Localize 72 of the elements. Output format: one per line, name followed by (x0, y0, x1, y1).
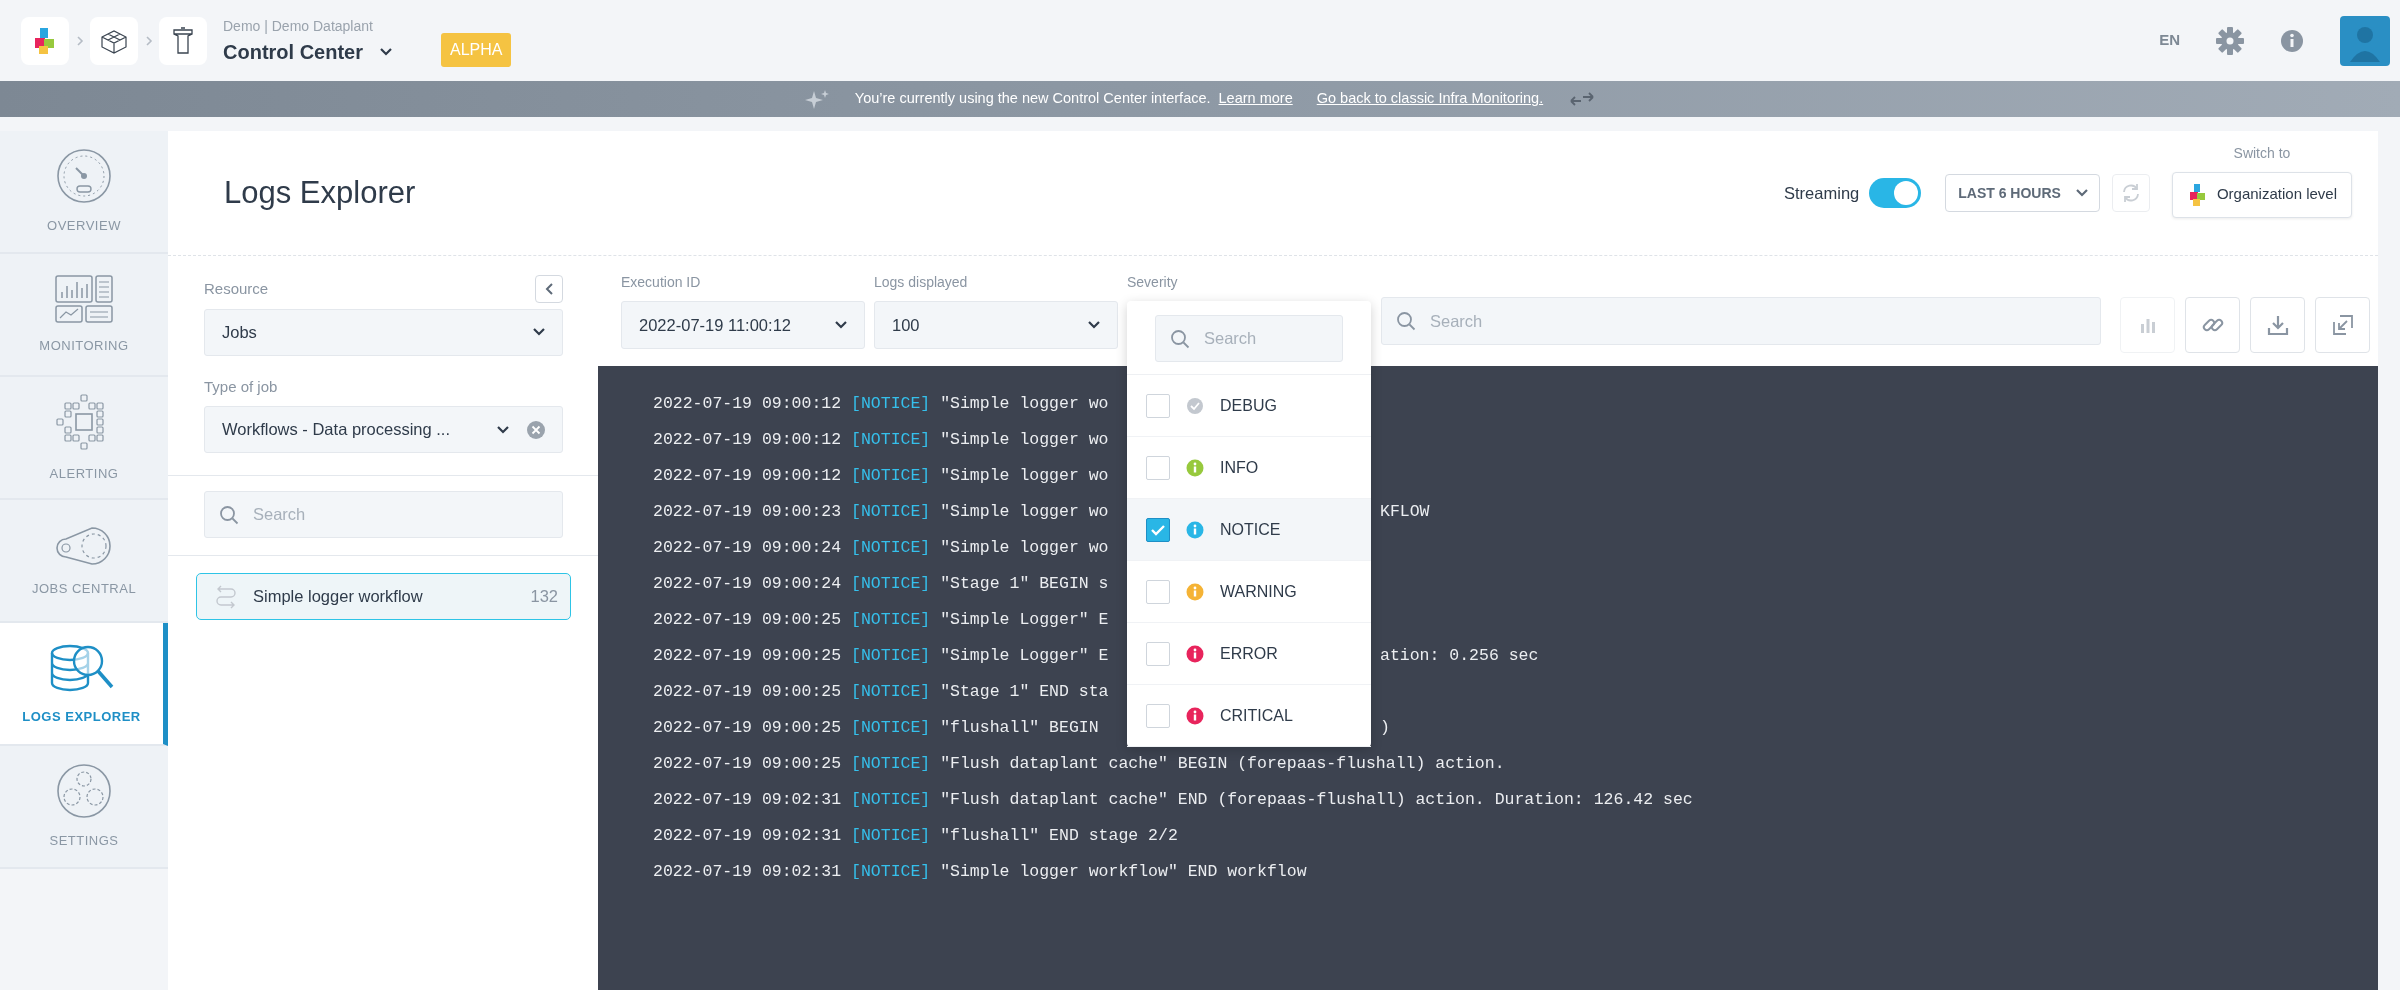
arrows-icon (1569, 90, 1596, 108)
log-line-fragment: ation: 0.256 sec (1380, 645, 1539, 667)
resource-select[interactable]: Jobs (204, 308, 563, 356)
log-line-fragment: KFLOW (1380, 501, 1430, 523)
checkbox[interactable] (1146, 517, 1170, 542)
cube-tile[interactable] (90, 16, 138, 65)
streaming-toggle[interactable] (1869, 178, 1922, 208)
streaming-label: Streaming (1784, 182, 1860, 204)
log-line: 2022-07-19 09:00:25 [NOTICE] "flushall" BEGIN (653, 717, 1099, 739)
toolbar-button[interactable] (2185, 297, 2240, 353)
workflow-list-item[interactable]: Simple logger workflow 132 (196, 573, 571, 620)
switch-caption: Switch to (2233, 143, 2291, 163)
chevron-right-icon (75, 34, 84, 47)
log-line: 2022-07-19 09:00:25 [NOTICE] "Flush dataplant cache" BEGIN (forepaas-flushall) action. (653, 753, 1505, 775)
log-line-fragment: ) (1380, 717, 1390, 739)
settings-icon[interactable] (2216, 26, 2244, 55)
banner-message: You’re currently using the new Control Center interface. (854, 89, 1211, 109)
log-line: 2022-07-19 09:00:24 [NOTICE] "Simple logger wo (653, 537, 1109, 559)
resource-select[interactable]: Workflows - Data processing ... (204, 406, 563, 453)
project-dropdown[interactable]: Control Center (223, 37, 393, 67)
nav-item[interactable]: LOGS EXPLORER (0, 623, 168, 746)
chevron-down-icon (532, 327, 546, 337)
sparkle-icon (804, 89, 831, 109)
download-icon (2266, 314, 2289, 336)
chevron-down-icon (496, 424, 510, 435)
log-line: 2022-07-19 09:00:25 [NOTICE] "Simple Logger" E (653, 609, 1109, 631)
tool-tile[interactable] (159, 16, 207, 65)
log-line: 2022-07-19 09:02:31 [NOTICE] "Flush dataplant cache" END (forepaas-flushall) action. Duration: 126.42 sec (653, 789, 1693, 811)
organization-level-button[interactable]: Organization level (2171, 171, 2352, 218)
chevron-down-icon (379, 47, 393, 57)
field-label: Resource (204, 279, 269, 299)
page-title: Logs Explorer (224, 173, 416, 212)
chevron-left-icon (544, 282, 554, 297)
info-icon[interactable] (2280, 28, 2304, 53)
workflow-icon (215, 583, 237, 610)
toolbar-button[interactable] (2315, 297, 2370, 353)
avatar-icon[interactable] (2340, 15, 2390, 66)
severity-option[interactable]: NOTICE (1127, 499, 1371, 561)
severity-search-field[interactable]: Search (1155, 315, 1343, 362)
toolbar-button[interactable] (2250, 297, 2305, 353)
chevron-down-icon (834, 320, 848, 330)
search-field[interactable]: Search (204, 491, 563, 538)
chevron-down-icon (2074, 188, 2089, 198)
logo-tile[interactable] (21, 16, 69, 65)
breadcrumb-subtitle: Demo | Demo Dataplant (223, 17, 374, 36)
chevron-down-icon (1087, 320, 1101, 330)
checkmark-icon (1150, 523, 1166, 536)
log-line: 2022-07-19 09:00:25 [NOTICE] "Stage 1" END sta (653, 681, 1109, 703)
time-range-select[interactable]: LAST 6 HOURS (1945, 174, 2100, 212)
chevron-right-icon (144, 34, 153, 47)
log-line: 2022-07-19 09:02:31 [NOTICE] "flushall" END stage 2/2 (653, 825, 1178, 847)
log-line: 2022-07-19 09:00:25 [NOTICE] "Simple Logger" E (653, 645, 1109, 667)
log-line: 2022-07-19 09:00:12 [NOTICE] "Simple logger wo (653, 393, 1109, 415)
filter-select[interactable]: 100 (874, 301, 1118, 349)
field-label: Logs displayed (874, 273, 969, 292)
field-label: Severity (1127, 273, 1179, 292)
bar-chart-icon (2138, 316, 2157, 334)
dashboard-icon (54, 273, 114, 324)
field-label: Type of job (204, 376, 278, 397)
log-line: 2022-07-19 09:02:31 [NOTICE] "Simple logger workflow" END workflow (653, 861, 1307, 883)
gauge-icon (56, 147, 112, 204)
collapse-button[interactable] (535, 275, 563, 304)
expand-icon (2331, 314, 2354, 336)
clear-icon[interactable] (526, 419, 546, 440)
log-line: 2022-07-19 09:00:12 [NOTICE] "Simple logger wo (653, 465, 1109, 487)
filter-select[interactable]: 2022-07-19 11:00:12 (621, 301, 865, 349)
alpha-badge: ALPHA (441, 32, 512, 67)
log-line: 2022-07-19 09:00:24 [NOTICE] "Stage 1" BEGIN s (653, 573, 1109, 595)
log-line: 2022-07-19 09:00:23 [NOTICE] "Simple logger wo (653, 501, 1109, 523)
field-label: Execution ID (621, 273, 702, 292)
log-search-field[interactable]: Search (1381, 297, 2101, 345)
log-line: 2022-07-19 09:00:12 [NOTICE] "Simple logger wo (653, 429, 1109, 451)
